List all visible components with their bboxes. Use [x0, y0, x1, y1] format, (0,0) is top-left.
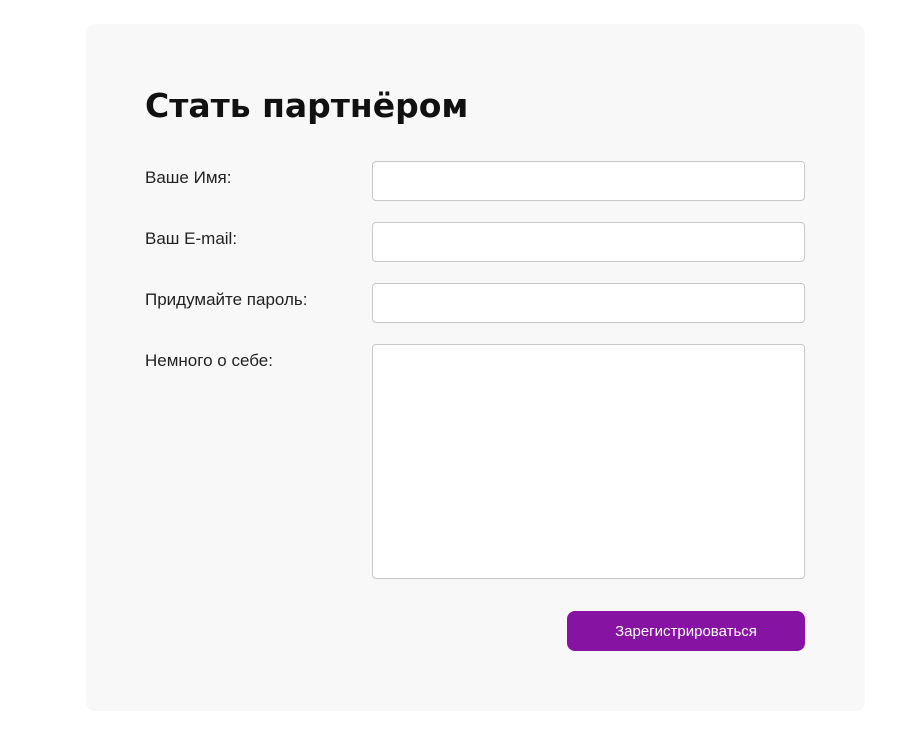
about-label: Немного о себе:	[145, 351, 273, 370]
email-input[interactable]	[372, 222, 805, 262]
registration-card: Стать партнёром Ваше Имя: Ваш E-mail: Пр…	[86, 24, 865, 711]
name-input[interactable]	[372, 161, 805, 201]
email-label: Ваш E-mail:	[145, 229, 238, 248]
name-label: Ваше Имя:	[145, 168, 232, 187]
register-button[interactable]: Зарегистрироваться	[567, 611, 805, 651]
password-label: Придумайте пароль:	[145, 290, 308, 309]
password-input[interactable]	[372, 283, 805, 323]
about-textarea[interactable]	[372, 344, 805, 579]
form-title: Стать партнёром	[145, 86, 469, 125]
